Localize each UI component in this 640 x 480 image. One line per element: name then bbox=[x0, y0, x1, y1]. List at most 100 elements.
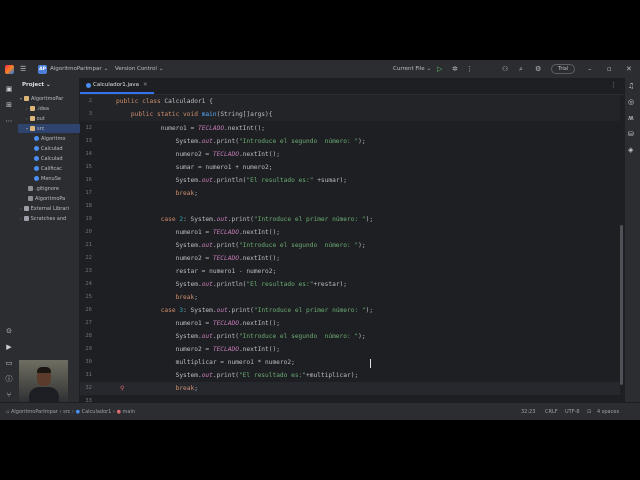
lightbulb-icon[interactable]: ⚲ bbox=[120, 382, 124, 395]
code-line[interactable]: 32 break; ⚲ bbox=[80, 382, 620, 395]
code-line[interactable]: 31 System.out.print("El resultado es:"+m… bbox=[80, 369, 620, 382]
expand-arrow-icon[interactable]: › bbox=[26, 116, 28, 121]
vcs-selector[interactable]: Version Control ⌄ bbox=[115, 60, 163, 78]
structure-icon[interactable]: ⊞ bbox=[4, 100, 14, 110]
code-line[interactable]: 21 System.out.print("Introduce el segund… bbox=[80, 239, 620, 252]
project-view-icon[interactable]: ▣ bbox=[4, 84, 14, 94]
expand-arrow-icon[interactable]: ▾ bbox=[20, 96, 22, 101]
indent-setting[interactable]: 4 spaces bbox=[597, 403, 619, 420]
code-line[interactable]: 19 case 2: System.out.print("Introduce e… bbox=[80, 213, 620, 226]
trial-button[interactable]: Trial bbox=[551, 60, 576, 78]
folder-icon bbox=[24, 96, 30, 101]
database-icon[interactable]: ⛁ bbox=[628, 130, 634, 138]
tree-item[interactable]: › Scratches and bbox=[18, 214, 81, 223]
line-separator[interactable]: CRLF bbox=[545, 403, 558, 420]
code-line[interactable]: 29 numero2 = TECLADO.nextInt(); bbox=[80, 343, 620, 356]
expand-arrow-icon[interactable]: › bbox=[20, 206, 22, 211]
breadcrumb-class[interactable]: Calculador1 bbox=[82, 409, 112, 415]
expand-arrow-icon[interactable]: ▾ bbox=[26, 126, 28, 131]
tree-item[interactable]: › External Librari bbox=[18, 204, 81, 213]
tree-item[interactable]: › out bbox=[18, 114, 87, 123]
caret-position[interactable]: 32:23 bbox=[521, 403, 535, 420]
project-selector[interactable]: AlgoritmoParImpar ⌄ bbox=[50, 60, 108, 78]
breadcrumb-method[interactable]: main bbox=[123, 409, 136, 415]
search-icon[interactable]: ⌕ bbox=[519, 60, 523, 78]
class-icon: ● bbox=[75, 409, 80, 415]
tree-item-label: External Librari bbox=[30, 206, 69, 212]
expand-arrow-icon[interactable]: › bbox=[20, 216, 22, 221]
tree-item[interactable]: .gitignore bbox=[18, 184, 87, 193]
run-config-selector[interactable]: Current File ⌄ bbox=[393, 60, 431, 78]
tab-calculador1[interactable]: Calculador1.java ✕ bbox=[80, 78, 154, 94]
code-line[interactable]: 12 numero1 = TECLADO.nextInt(); bbox=[80, 122, 620, 135]
collab-icon[interactable]: ⚇ bbox=[502, 60, 508, 78]
services-icon[interactable]: ⊙ bbox=[4, 326, 14, 336]
chevron-right-icon: › bbox=[72, 409, 75, 415]
code-line[interactable]: 13 System.out.print("Introduce el segund… bbox=[80, 135, 620, 148]
method-icon: ● bbox=[116, 409, 121, 415]
more-actions-icon[interactable]: ⋮ bbox=[466, 60, 473, 78]
code-line[interactable]: 27 numero1 = TECLADO.nextInt(); bbox=[80, 317, 620, 330]
line-code: break; bbox=[175, 385, 198, 392]
line-number: 29 bbox=[85, 346, 92, 352]
code-line[interactable]: 30 multiplicar = numero1 * numero2; bbox=[80, 356, 620, 369]
close-icon[interactable]: ✕ bbox=[626, 60, 632, 78]
maximize-icon[interactable]: ▫ bbox=[607, 60, 612, 78]
coverage-icon[interactable]: ◈ bbox=[628, 146, 633, 154]
line-code: numero2 = TECLADO.nextInt(); bbox=[116, 151, 280, 158]
tree-item[interactable]: ▾ AlgoritmoPar bbox=[18, 94, 81, 103]
project-panel-header[interactable]: Project ⌄ bbox=[22, 82, 51, 88]
project-badge[interactable]: AP bbox=[38, 60, 47, 78]
minimize-icon[interactable]: – bbox=[588, 60, 592, 78]
main-menu-icon[interactable]: ☰ bbox=[20, 60, 26, 78]
tree-item[interactable]: ▾ src bbox=[18, 124, 87, 133]
sticky-line[interactable]: 2 public class Calculador1 { bbox=[80, 95, 620, 108]
line-code: System.out.println("El resultado es:"+re… bbox=[116, 281, 347, 288]
breadcrumb-src[interactable]: src bbox=[63, 409, 70, 415]
line-code: break; bbox=[175, 190, 198, 197]
run-config-label: Current File bbox=[393, 66, 425, 72]
editor-scrollbar[interactable] bbox=[620, 225, 623, 385]
tree-item[interactable]: › .idea bbox=[18, 104, 87, 113]
debug-icon[interactable]: ✲ bbox=[452, 60, 458, 78]
sticky-line[interactable]: 3 public static void main(String[]args){ bbox=[80, 108, 620, 121]
problems-icon[interactable]: ⓘ bbox=[4, 374, 14, 384]
code-line[interactable]: 20 numero1 = TECLADO.nextInt(); bbox=[80, 226, 620, 239]
terminal-icon[interactable]: ▭ bbox=[4, 358, 14, 368]
java-class-icon bbox=[86, 82, 91, 88]
code-line[interactable]: 25 break; bbox=[80, 291, 620, 304]
notifications-icon[interactable]: ♫ bbox=[628, 82, 634, 90]
code-line[interactable]: 22 numero2 = TECLADO.nextInt(); bbox=[80, 252, 620, 265]
code-editor[interactable]: ▲4 ▲15 ⌃ ⌄ 2public class Calculador1 {3 … bbox=[80, 95, 622, 404]
file-encoding[interactable]: UTF-8 bbox=[565, 403, 580, 420]
tree-item-label: Scratches and bbox=[30, 216, 67, 222]
close-tab-icon[interactable]: ✕ bbox=[143, 82, 148, 88]
code-line[interactable]: 23 restar = numero1 - numero2; bbox=[80, 265, 620, 278]
tree-item-label: Calculad bbox=[41, 156, 63, 162]
breadcrumb-project[interactable]: AlgoritmoParImpar bbox=[11, 409, 58, 415]
tree-item-label: src bbox=[37, 126, 45, 132]
code-line[interactable]: 14 numero2 = TECLADO.nextInt(); bbox=[80, 148, 620, 161]
breadcrumb: ▫ AlgoritmoParImpar › src › ● Calculador… bbox=[6, 403, 135, 420]
run-icon[interactable]: ▷ bbox=[437, 60, 442, 78]
code-line[interactable]: 15 sumar = numero1 + numero2; bbox=[80, 161, 620, 174]
java-class-icon bbox=[34, 176, 39, 181]
expand-arrow-icon[interactable]: › bbox=[26, 106, 28, 111]
lock-icon[interactable]: ⊡ bbox=[587, 403, 591, 420]
code-line[interactable]: 26 case 3: System.out.print("Introduce e… bbox=[80, 304, 620, 317]
code-line[interactable]: 17 break; bbox=[80, 187, 620, 200]
gradle-icon[interactable]: ʍ bbox=[628, 114, 634, 122]
more-tools-icon[interactable]: ⋯ bbox=[4, 116, 14, 126]
code-line[interactable]: 18 bbox=[80, 200, 620, 213]
run-tool-icon[interactable]: ▶ bbox=[4, 342, 14, 352]
ai-assistant-icon[interactable]: ◎ bbox=[628, 98, 634, 106]
code-line[interactable]: 24 System.out.println("El resultado es:"… bbox=[80, 278, 620, 291]
code-line[interactable]: 16 System.out.println("El resultado es:"… bbox=[80, 174, 620, 187]
app-logo-icon[interactable] bbox=[5, 60, 14, 78]
code-line[interactable]: 28 System.out.print("Introduce el segund… bbox=[80, 330, 620, 343]
tree-item[interactable]: AlgoritmoPa bbox=[18, 194, 87, 203]
gear-icon[interactable]: ⚙ bbox=[535, 60, 541, 78]
tab-options-icon[interactable]: ⋮ bbox=[610, 81, 617, 89]
project-panel: Project ⌄ ▾ AlgoritmoPar › .idea › out ▾ src Alg… bbox=[18, 78, 87, 402]
git-icon[interactable]: ⑂ bbox=[4, 390, 14, 400]
